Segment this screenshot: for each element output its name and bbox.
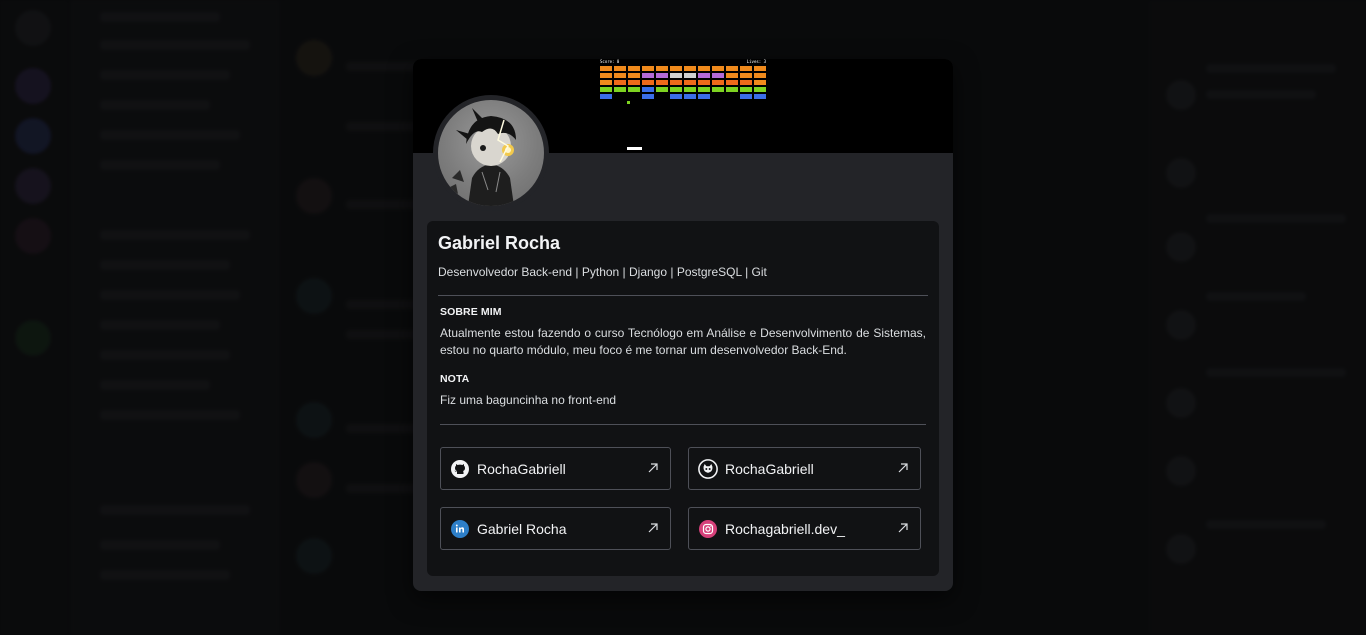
game-brick <box>683 72 697 79</box>
game-brick <box>655 86 669 93</box>
profile-tagline: Desenvolvedor Back-end | Python | Django… <box>438 265 767 279</box>
game-brick <box>599 93 613 100</box>
game-paddle <box>627 147 642 150</box>
breakout-game-banner: Score: 0 Lives: 3 <box>598 59 768 153</box>
game-brick <box>627 72 641 79</box>
game-brick <box>753 86 767 93</box>
game-brick <box>711 86 725 93</box>
game-brick <box>683 93 697 100</box>
connection-linkedin[interactable]: Gabriel Rocha <box>440 507 671 550</box>
game-brick <box>627 65 641 72</box>
github-icon <box>451 460 469 478</box>
profile-card: Gabriel Rocha Desenvolvedor Back-end | P… <box>427 221 939 576</box>
game-brick <box>641 86 655 93</box>
game-brick <box>641 93 655 100</box>
game-brick <box>753 79 767 86</box>
game-brick <box>599 79 613 86</box>
connection-label: RochaGabriell <box>477 461 566 477</box>
linkedin-icon <box>451 520 469 538</box>
game-brick <box>683 65 697 72</box>
game-brick <box>613 72 627 79</box>
game-brick <box>697 93 711 100</box>
game-brick <box>683 86 697 93</box>
gitlab-icon <box>698 459 718 479</box>
game-brick <box>697 72 711 79</box>
game-brick <box>613 65 627 72</box>
external-link-icon[interactable] <box>646 521 660 535</box>
game-brick <box>669 72 683 79</box>
external-link-icon[interactable] <box>646 461 660 475</box>
game-brick <box>613 86 627 93</box>
connection-label: Gabriel Rocha <box>477 521 567 537</box>
about-text: Atualmente estou fazendo o curso Tecnólo… <box>440 326 926 357</box>
game-brick <box>599 86 613 93</box>
game-brick <box>725 86 739 93</box>
game-brick <box>669 65 683 72</box>
game-brick <box>711 72 725 79</box>
external-link-icon[interactable] <box>896 521 910 535</box>
connection-label: Rochagabriell.dev_ <box>725 521 845 537</box>
game-brick <box>655 72 669 79</box>
connection-label: RochaGabriell <box>725 461 814 477</box>
game-brick <box>725 72 739 79</box>
instagram-icon <box>699 520 717 538</box>
divider <box>440 424 926 425</box>
avatar-illustration <box>448 108 526 206</box>
game-brick <box>669 86 683 93</box>
connection-gitlab[interactable]: RochaGabriell <box>688 447 921 490</box>
external-link-icon[interactable] <box>896 461 910 475</box>
game-brick <box>753 65 767 72</box>
game-brick <box>683 79 697 86</box>
game-brick <box>669 79 683 86</box>
game-brick <box>711 79 725 86</box>
game-brick <box>655 65 669 72</box>
game-brick <box>739 93 753 100</box>
about-title: SOBRE MIM <box>440 306 502 318</box>
note-text[interactable]: Fiz uma baguncinha no front-end <box>440 393 616 407</box>
game-brick <box>613 79 627 86</box>
game-brick <box>599 72 613 79</box>
game-brick <box>697 65 711 72</box>
avatar-ring <box>433 95 549 211</box>
game-brick <box>739 72 753 79</box>
game-score: Score: 0 <box>600 59 620 64</box>
game-brick <box>739 86 753 93</box>
game-brick <box>725 65 739 72</box>
profile-modal: Score: 0 Lives: 3 Gabriel Rocha Desenvol… <box>413 59 953 591</box>
game-brick <box>627 86 641 93</box>
game-brick <box>641 72 655 79</box>
game-brick <box>753 72 767 79</box>
game-brick <box>739 65 753 72</box>
game-brick <box>655 79 669 86</box>
game-lives: Lives: 3 <box>746 59 766 64</box>
game-brick <box>669 93 683 100</box>
game-brick <box>641 65 655 72</box>
game-brick <box>697 79 711 86</box>
game-brick <box>739 79 753 86</box>
game-brick <box>753 93 767 100</box>
game-ball <box>627 101 630 104</box>
game-brick <box>697 86 711 93</box>
divider <box>438 295 928 296</box>
game-brick <box>641 79 655 86</box>
game-brick <box>599 65 613 72</box>
note-title: NOTA <box>440 373 470 385</box>
connection-github[interactable]: RochaGabriell <box>440 447 671 490</box>
game-brick <box>711 65 725 72</box>
game-brick <box>627 79 641 86</box>
connection-instagram[interactable]: Rochagabriell.dev_ <box>688 507 921 550</box>
avatar[interactable] <box>438 100 544 206</box>
display-name: Gabriel Rocha <box>438 233 561 253</box>
game-brick <box>725 79 739 86</box>
